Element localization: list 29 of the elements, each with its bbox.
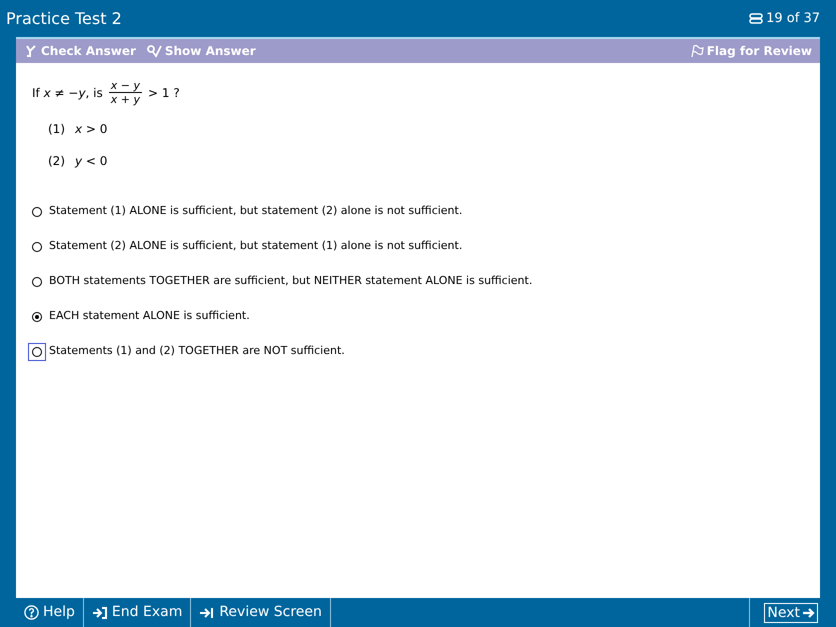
answer-option[interactable]: Statements (1) and (2) TOGETHER are NOT sufficient.	[28, 342, 804, 361]
fraction: x − y x + y	[108, 79, 142, 106]
answer-option[interactable]: Statement (2) ALONE is sufficient, but statement (1) alone is not sufficient.	[28, 237, 804, 256]
window-title: Practice Test 2	[6, 8, 122, 30]
flag-icon	[690, 44, 704, 58]
checkmark-icon	[146, 44, 162, 58]
radio-button[interactable]	[32, 312, 42, 322]
answer-option[interactable]: BOTH statements TOGETHER are sufficient, but NEITHER statement ALONE is sufficient.	[28, 272, 804, 291]
footer-button[interactable]: End Exam	[84, 598, 192, 627]
question-text: > 1 ?	[148, 84, 180, 102]
arrow-right-icon	[802, 606, 815, 618]
next-button[interactable]: Next	[764, 602, 818, 622]
question-text: If x ≠ −y, is	[32, 84, 103, 102]
help-icon	[24, 605, 39, 620]
footer-button[interactable]: Help	[16, 598, 84, 627]
answer-option[interactable]: Statement (1) ALONE is sufficient, but statement (2) alone is not sufficient.	[28, 202, 804, 221]
statement-text: x > 0	[75, 121, 108, 138]
radio-button[interactable]	[32, 206, 42, 216]
arrow-to-bar-icon	[199, 606, 216, 620]
radio-button[interactable]	[32, 346, 42, 356]
radio-button[interactable]	[32, 276, 42, 286]
radio-button[interactable]	[32, 242, 42, 252]
statement-number: (1)	[48, 121, 65, 138]
statement-number: (2)	[48, 153, 65, 170]
statement-text: y < 0	[75, 153, 108, 170]
footer-button[interactable]: Review Screen	[191, 598, 331, 627]
exit-icon	[92, 606, 108, 620]
answer-option[interactable]: EACH statement ALONE is sufficient.	[28, 307, 804, 326]
question-counter: 19 of 37	[766, 10, 820, 28]
